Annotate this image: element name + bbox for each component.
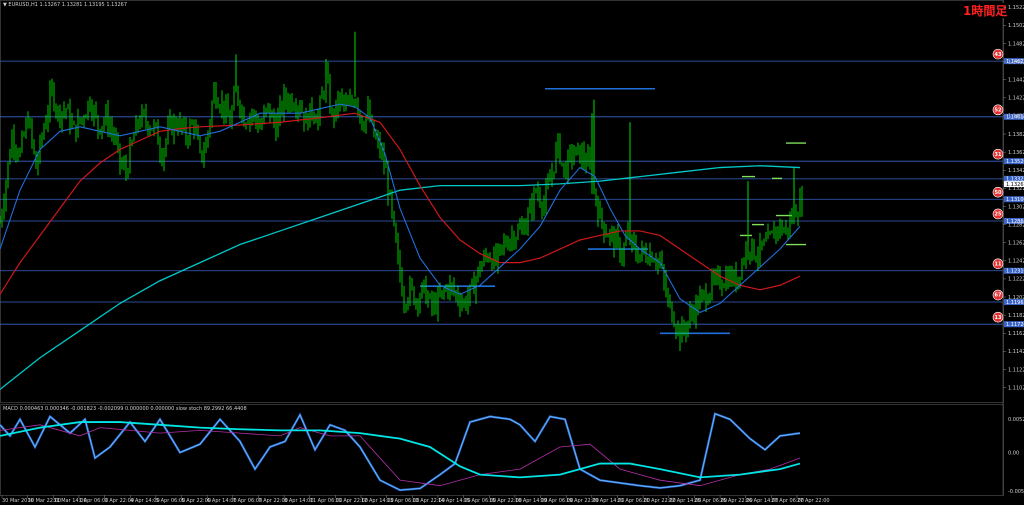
- level-price-label: 1.12310: [1006, 269, 1024, 275]
- price-tick-label: 1.12820: [1008, 222, 1024, 228]
- price-tick-label: 1.11220: [1008, 367, 1024, 373]
- chart-canvas: ▼ EURUSD,H1 1.13267 1.13281 1.13195 1.13…: [0, 0, 1024, 505]
- macd-tick-label: 0.00: [1008, 450, 1019, 456]
- level-marker-label: 52: [995, 108, 1002, 114]
- price-tick-label: 1.15220: [1008, 5, 1024, 11]
- price-tick-label: 1.13620: [1008, 150, 1024, 156]
- macd-tick-label: 0.005271: [1008, 417, 1024, 423]
- level-marker-label: 67: [995, 293, 1002, 299]
- price-tick-label: 1.14820: [1008, 41, 1024, 47]
- level-marker-label: 13: [995, 315, 1002, 321]
- price-tick-label: 1.15020: [1008, 23, 1024, 29]
- price-tick-label: 1.12620: [1008, 241, 1024, 247]
- level-marker-label: 43: [995, 52, 1002, 58]
- price-tick-label: 1.12420: [1008, 259, 1024, 265]
- level-marker-label: 31: [995, 152, 1002, 158]
- level-marker-label: 50: [995, 190, 1002, 196]
- price-tick-label: 1.13420: [1008, 168, 1024, 174]
- level-marker-label: 11: [995, 261, 1002, 267]
- price-tick-label: 1.11620: [1008, 331, 1024, 337]
- price-tick-label: 1.14020: [1008, 114, 1024, 120]
- price-tick-label: 1.13820: [1008, 132, 1024, 138]
- level-price-label: 1.13520: [1006, 159, 1024, 165]
- price-tick-label: 1.13020: [1008, 204, 1024, 210]
- level-price-label: 1.11720: [1006, 322, 1024, 328]
- level-price-label: 1.13100: [1006, 197, 1024, 203]
- price-tick-label: 1.11420: [1008, 349, 1024, 355]
- price-tick-label: 1.14420: [1008, 77, 1024, 83]
- price-tick-label: 1.12220: [1008, 277, 1024, 283]
- timeframe-badge: 1時間足: [963, 3, 1007, 18]
- price-tick-label: 1.11020: [1008, 385, 1024, 391]
- macd-title: MACD 0.000463 0.000346 -0.001823 -0.0020…: [3, 406, 247, 412]
- level-marker-label: 25: [995, 212, 1002, 218]
- time-tick-label: 27 Apr 22:00: [797, 498, 830, 504]
- price-tick-label: 1.14620: [1008, 59, 1024, 65]
- price-tick-label: 1.11820: [1008, 313, 1024, 319]
- current-price-label: 1.13267: [1006, 182, 1024, 188]
- macd-tick-label: -0.005794: [1008, 489, 1024, 495]
- price-tick-label: 1.14220: [1008, 96, 1024, 102]
- price-tick-label: 1.12020: [1008, 295, 1024, 301]
- main-title: ▼ EURUSD,H1 1.13267 1.13281 1.13195 1.13…: [3, 2, 127, 8]
